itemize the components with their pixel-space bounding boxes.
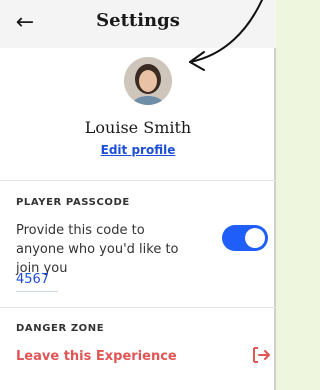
settings-panel: ← Settings Louise Smith Edit profile PLA… — [0, 0, 276, 390]
leave-experience-button[interactable]: Leave this Experience — [16, 349, 177, 364]
passcode-description: Provide this code to anyone who you'd li… — [16, 223, 179, 276]
passcode-section-label: PLAYER PASSCODE — [16, 197, 130, 208]
exit-icon[interactable] — [250, 344, 272, 366]
profile-name: Louise Smith — [84, 118, 192, 137]
avatar-portrait-icon — [124, 57, 172, 105]
divider — [0, 180, 276, 181]
edit-profile-link[interactable]: Edit profile — [0, 143, 276, 157]
avatar[interactable] — [124, 57, 172, 105]
danger-section-label: DANGER ZONE — [16, 323, 105, 334]
toggle-knob — [245, 228, 265, 248]
hand-drawn-arrow-icon — [189, 0, 263, 71]
passcode-toggle[interactable] — [222, 225, 268, 251]
divider — [0, 307, 276, 308]
passcode-value[interactable]: 4567 — [16, 272, 58, 292]
